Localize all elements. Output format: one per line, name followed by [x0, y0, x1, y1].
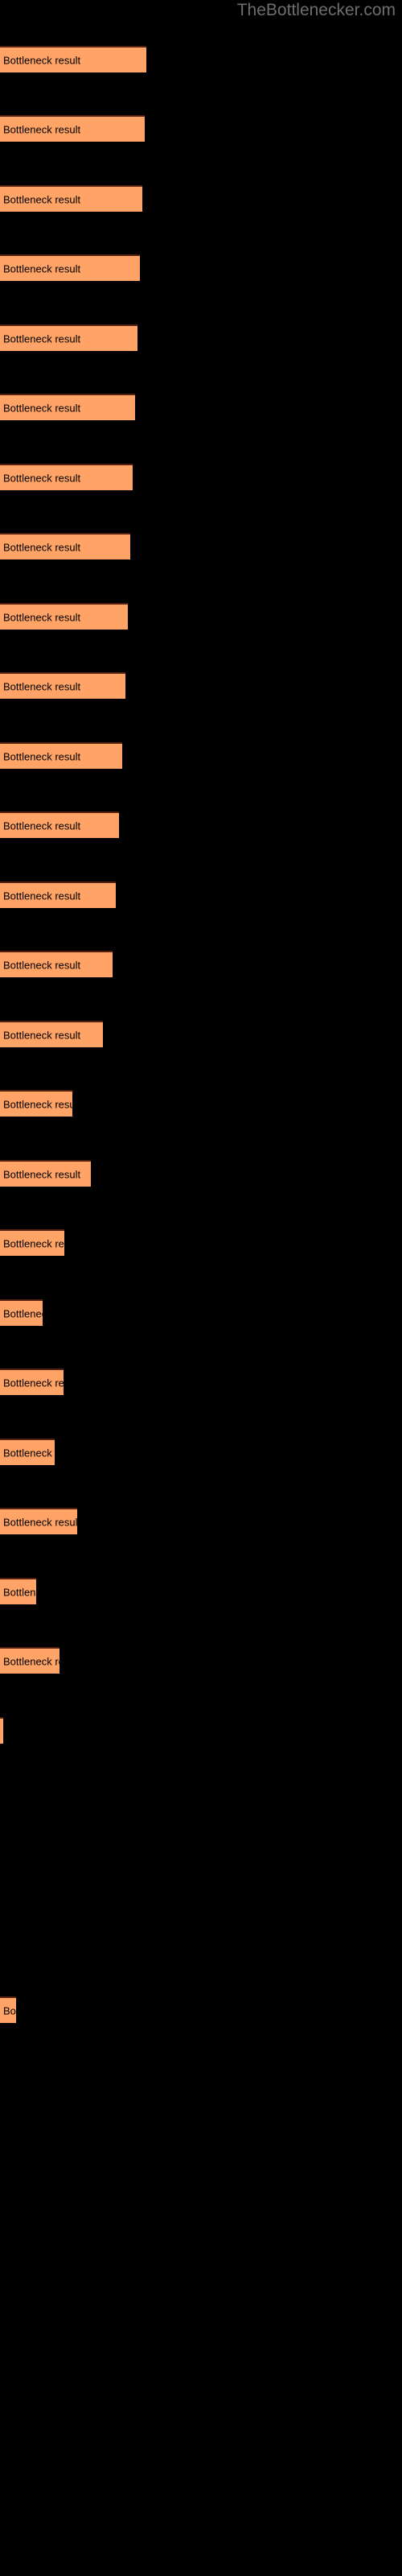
bar[interactable]: Bottleneck result — [0, 185, 142, 212]
bar[interactable]: Bottleneck result — [0, 1368, 64, 1395]
bar[interactable]: Bottleneck result — [0, 1647, 59, 1674]
bar-row: Bottleneck result — [0, 1229, 402, 1256]
bar-row: Bottleneck result — [0, 1996, 402, 2023]
bar-row: Bottleneck result — [0, 603, 402, 630]
bar-row: Bottleneck result — [0, 1578, 402, 1604]
bar-label: Bottleneck result — [3, 1586, 36, 1598]
bar-label: Bottleneck result — [3, 1098, 72, 1110]
bar-label: Bottleneck result — [3, 332, 81, 345]
bar-row: Bottleneck result — [0, 185, 402, 212]
bar-row: Bottleneck result — [0, 254, 402, 281]
bar-label: Bottleneck result — [3, 402, 81, 414]
bar-label: Bottleneck result — [3, 1655, 59, 1667]
bar-row: Bottleneck result — [0, 811, 402, 838]
bar[interactable]: Bottleneck result — [0, 672, 125, 699]
bar[interactable]: Bottleneck result — [0, 1160, 91, 1187]
bar[interactable]: Bottleneck result — [0, 1021, 103, 1047]
bar[interactable]: Bottleneck result — [0, 1229, 64, 1256]
bar[interactable]: Bottleneck result — [0, 1996, 16, 2023]
bar-label: Bottleneck result — [3, 680, 81, 692]
bar[interactable]: Bottleneck result — [0, 742, 122, 769]
bar[interactable]: Bottleneck result — [0, 951, 113, 977]
bar-row: Bottleneck result — [0, 881, 402, 908]
bar[interactable]: Bottleneck result — [0, 1508, 77, 1534]
bar[interactable]: Bottleneck result — [0, 464, 133, 490]
bar-label: Bottleneck result — [3, 472, 81, 484]
bar-row: Bottleneck result — [0, 394, 402, 420]
bar-row: Bottleneck result — [0, 1021, 402, 1047]
bar-label: Bottleneck result — [3, 1029, 81, 1041]
bar-row: Bottleneck result — [0, 951, 402, 977]
bar[interactable]: Bottleneck result — [0, 394, 135, 420]
bar[interactable]: Bottleneck result — [0, 46, 146, 72]
bar-label: Bottleneck result — [3, 123, 81, 135]
bar-row: Bottleneck result — [0, 1647, 402, 1674]
bar-row: Bottleneck result — [0, 1508, 402, 1534]
bar-row: Bottleneck result — [0, 1439, 402, 1465]
bar-label: Bottleneck result — [3, 541, 81, 553]
bottleneck-bar-chart: Bottleneck result Bottleneck result Bottle… — [0, 0, 402, 2576]
bar-row: Bottleneck result — [0, 1090, 402, 1117]
bar-label: Bottleneck result — [3, 1447, 55, 1459]
bar-label: Bottleneck result — [3, 1237, 64, 1249]
bar-label: Bottleneck result — [3, 611, 81, 623]
bar-row: Bottleneck result — [0, 672, 402, 699]
bar-label: Bottleneck result — [3, 1516, 77, 1528]
bar-label: Bottleneck result — [3, 959, 81, 971]
bar[interactable]: Bottleneck result — [0, 1717, 3, 1744]
bar-row: Bottleneck result — [0, 1299, 402, 1326]
bar-row: Bottleneck result — [0, 533, 402, 559]
bar-row: Bottleneck result — [0, 46, 402, 72]
bar[interactable]: Bottleneck result — [0, 811, 119, 838]
bar-row: Bottleneck result — [0, 115, 402, 142]
bar[interactable]: Bottleneck result — [0, 603, 128, 630]
bar-label: Bottleneck result — [3, 193, 81, 205]
bar[interactable]: Bottleneck result — [0, 1578, 36, 1604]
bar[interactable]: Bottleneck result — [0, 115, 145, 142]
bar[interactable]: Bottleneck result — [0, 254, 140, 281]
bar-row: Bottleneck result — [0, 464, 402, 490]
bar[interactable]: Bottleneck result — [0, 533, 130, 559]
bar-label: Bottleneck result — [3, 54, 81, 66]
bar[interactable]: Bottleneck result — [0, 1299, 43, 1326]
bar-row: Bottleneck result — [0, 1717, 402, 1744]
bar[interactable]: Bottleneck result — [0, 1439, 55, 1465]
bar-label: Bottleneck result — [3, 2004, 16, 2017]
bar-label: Bottleneck result — [3, 1307, 43, 1319]
bar-row: Bottleneck result — [0, 324, 402, 351]
bar-row: Bottleneck result — [0, 1160, 402, 1187]
bar-row: Bottleneck result — [0, 1368, 402, 1395]
bar-row: Bottleneck result — [0, 742, 402, 769]
bar-label: Bottleneck result — [3, 262, 81, 275]
bar[interactable]: Bottleneck result — [0, 881, 116, 908]
bar-label: Bottleneck result — [3, 890, 81, 902]
bar-label: Bottleneck result — [3, 750, 81, 762]
bar-label: Bottleneck result — [3, 1377, 64, 1389]
bar[interactable]: Bottleneck result — [0, 1090, 72, 1117]
bar-label: Bottleneck result — [3, 819, 81, 832]
bar[interactable]: Bottleneck result — [0, 324, 137, 351]
bar-label: Bottleneck result — [3, 1168, 81, 1180]
